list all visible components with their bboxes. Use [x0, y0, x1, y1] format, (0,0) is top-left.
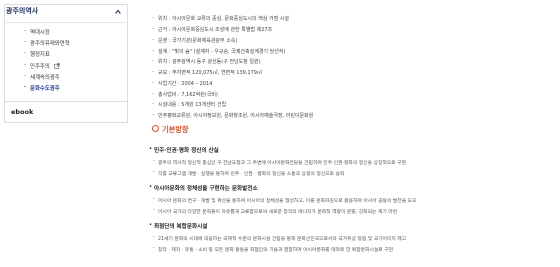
sidebar-item-label: 역대시장: [30, 30, 50, 36]
sidebar-item-label: 문화수도광주: [30, 85, 60, 92]
sidebar-item-admin-indicators[interactable]: - 행정지표: [4, 50, 126, 61]
overview-item: 민주평화교류원, 아시아정보원, 문화창조원, 아시아예술극장, 어린이문화원: [152, 111, 313, 119]
sidebar-item-label: 세계속의광주: [30, 74, 60, 81]
sidebar-submenu: - 역대시장 - 광주의유래와연혁 - 행정지표 - 민주주의 - 세계속의광주 - 문화수…: [4, 28, 126, 95]
overview-item: 근거 : 아시아문화중심도시 조성에 관한 특별법 제27조: [152, 25, 272, 33]
overview-item: 시설내용 : 5개원 13개센터 건립: [152, 100, 226, 108]
sidebar-header[interactable]: 광주의역사: [6, 6, 126, 20]
group-title: 아시아문화의 정체성을 구현하는 문화발전소: [149, 182, 258, 192]
external-link-icon: [53, 62, 60, 69]
group-line: 광주의 역사적 정신적 중심인 구 전남도청과 그 주변에 아시아문화전당을 건…: [153, 159, 406, 166]
main-content: 위치 : 아시아문화 교류의 중심, 문화중심도시의 핵심 거점 시설 근거 :…: [144, 0, 554, 267]
sidebar: 광주의역사 - 역대시장 - 광주의유래와연혁 - 행정지표 - 민주주의 - 세계속의광…: [0, 0, 132, 267]
group-title: 최첨단의 복합문화시설: [149, 220, 207, 230]
overview-item: 설계 : "빛의 숲" (설계자 : 우규승, 국제건축설계경기 당선작): [152, 47, 285, 55]
sidebar-item-origin-history[interactable]: - 광주의유래와연혁: [4, 39, 126, 50]
sidebar-item-label: 민주주의: [30, 63, 50, 70]
sidebar-header-label: 광주의역사: [6, 7, 39, 15]
chevron-up-icon[interactable]: [114, 8, 122, 16]
sidebar-item-label: 광주의유래와연혁: [30, 41, 70, 48]
sidebar-ebook-link[interactable]: ebook: [4, 102, 128, 123]
group-line: 21세기 문화의 시대에 대응하는 국제적 수준의 문화시설 건립을 통해 문화…: [153, 235, 406, 242]
overview-item: 사업기간 : 2004 – 2014: [152, 79, 212, 87]
overview-item: 규모 : 부지면적 120,075㎡, 연면적 139,179㎡: [152, 68, 262, 76]
sidebar-item-democracy[interactable]: - 민주주의: [4, 62, 126, 73]
group-line: 창작 · 제작 · 유통 · 소비 등 모든 문화 활동을 최첨단의 기술과 결…: [153, 246, 393, 253]
sidebar-item-mayors[interactable]: - 역대시장: [4, 28, 126, 39]
sidebar-item-gwangju-world[interactable]: - 세계속의광주: [4, 73, 126, 84]
sidebar-divider: [4, 22, 126, 23]
group-line: 각종 교류그램 개발 · 실행을 통하여 민주 · 인권 · 평화의 정신을 소…: [153, 170, 344, 177]
section-title-text: 기본방향: [162, 125, 189, 134]
overview-item: 위치 : 광주광역시 동구 광산동(구 전남도청 일원): [152, 57, 261, 65]
group-title: 민주·인권·평화 정신의 산실: [149, 144, 219, 154]
overview-item: 총사업비 : 7,162억원(국비): [152, 90, 218, 98]
group-line: 아시아 문화의 연구 · 개발 및 확산을 통하여 아시아의 정체성을 형성하고…: [153, 197, 416, 204]
sidebar-item-label: 행정지표: [30, 52, 50, 59]
circle-bullet-icon: [152, 125, 159, 132]
overview-item: 위치 : 아시아문화 교류의 중심, 문화중심도시의 핵심 거점 시설: [152, 14, 289, 22]
sidebar-item-culture-capital[interactable]: - 문화수도광주: [4, 84, 126, 95]
sidebar-ebook-label: ebook: [11, 108, 34, 116]
overview-item: 운영 : 국가기관(문화체육관광부 소속): [152, 36, 237, 44]
group-line: 아시아 국가의 다양한 문화들이 자유롭게 교류함으로써 새로운 창작의 에너지…: [153, 208, 397, 215]
section-title: 기본방향: [152, 125, 188, 135]
